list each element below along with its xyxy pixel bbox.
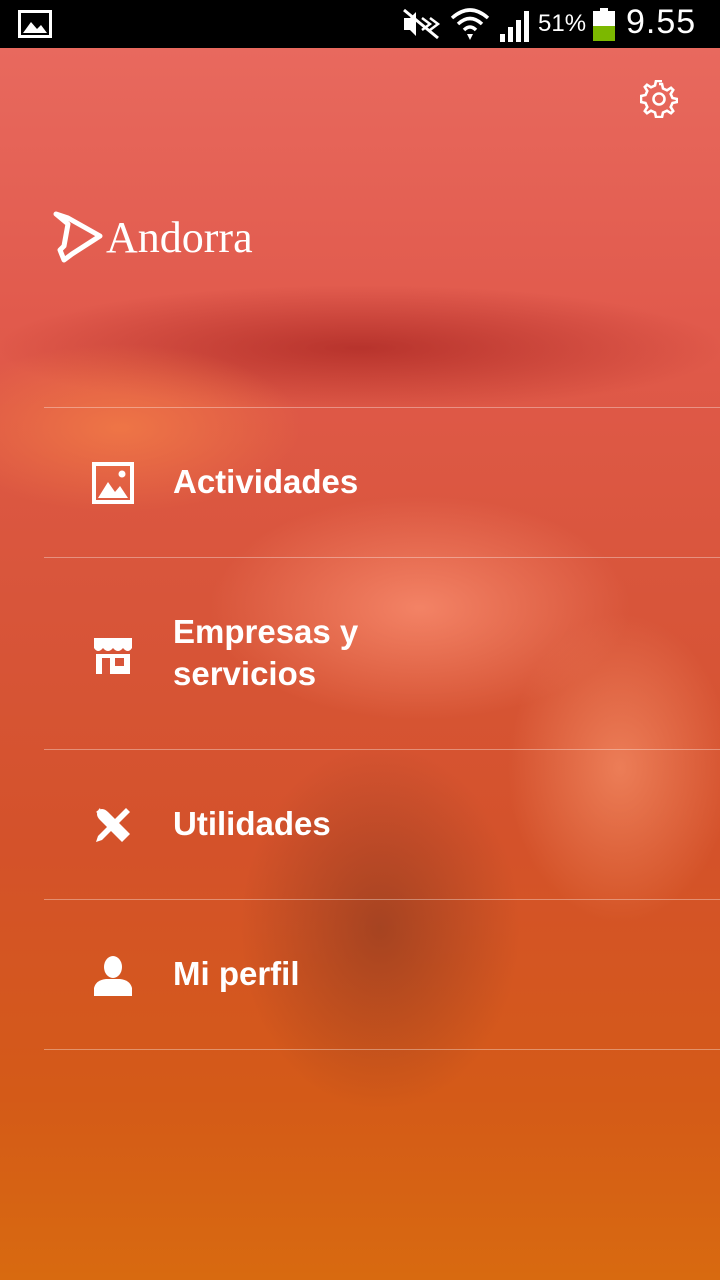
menu-divider: [44, 1049, 720, 1050]
menu-item-empresas-servicios[interactable]: Empresas y servicios: [44, 558, 720, 749]
logo-text: Andorra: [106, 213, 253, 262]
tools-icon: [96, 808, 130, 842]
menu-item-utilidades[interactable]: Utilidades: [44, 750, 720, 899]
gallery-icon: [18, 10, 52, 38]
mute-icon: [403, 8, 441, 40]
store-icon: [94, 638, 132, 674]
menu-item-mi-perfil[interactable]: Mi perfil: [44, 900, 720, 1049]
battery-icon: [593, 8, 615, 41]
image-icon: [92, 462, 134, 504]
status-bar: 51% 9.55: [0, 0, 720, 48]
logo-mark-icon: [53, 211, 103, 263]
menu-label: Actividades: [173, 463, 359, 500]
clock: 9.55: [626, 3, 697, 41]
user-icon: [94, 956, 132, 996]
menu-label: Empresas y servicios: [173, 613, 359, 692]
gear-icon[interactable]: [640, 80, 678, 118]
menu-label: Utilidades: [173, 805, 331, 842]
menu-item-actividades[interactable]: Actividades: [44, 408, 720, 557]
andorra-logo: Andorra: [50, 208, 300, 268]
battery-percent: 51%: [538, 10, 587, 37]
wifi-icon: [450, 8, 490, 40]
menu-label: Mi perfil: [173, 955, 300, 992]
signal-icon: [500, 11, 529, 42]
